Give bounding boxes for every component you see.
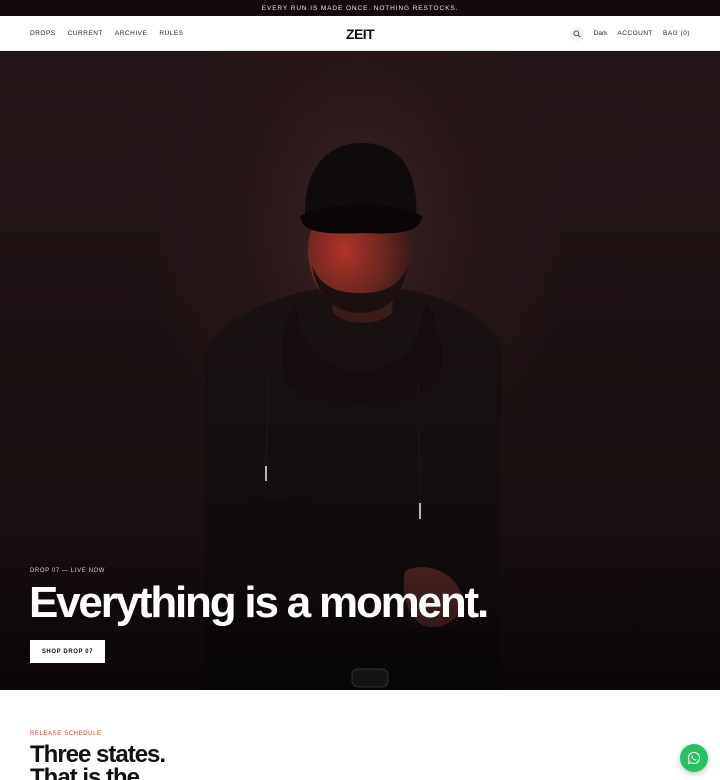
shop-drop-button[interactable]: SHOP DROP 07 <box>30 640 105 663</box>
utility-nav: Dark ACCOUNT BAG (0) <box>569 16 690 51</box>
hero-section: DROP 07 — LIVE NOW Everything is a momen… <box>0 51 720 690</box>
bag-link[interactable]: BAG (0) <box>663 30 690 37</box>
search-icon <box>573 30 581 37</box>
hero-title: Everything is a moment. <box>29 578 489 627</box>
nav-rules[interactable]: RULES <box>159 30 183 37</box>
theme-toggle[interactable]: Dark <box>594 30 608 37</box>
site-header: DROPS CURRENT ARCHIVE RULES ZEIT Dark AC… <box>0 16 720 51</box>
site-logo[interactable]: ZEIT <box>346 26 375 42</box>
account-link[interactable]: ACCOUNT <box>617 30 653 37</box>
search-button[interactable] <box>569 26 584 41</box>
chat-button[interactable] <box>680 744 708 772</box>
primary-nav: DROPS CURRENT ARCHIVE RULES <box>30 16 184 51</box>
nav-archive[interactable]: ARCHIVE <box>115 30 147 37</box>
announcement-bar: EVERY RUN IS MADE ONCE. NOTHING RESTOCKS… <box>0 0 720 16</box>
nav-current[interactable]: CURRENT <box>68 30 103 37</box>
section-title-line-2: That is the <box>30 764 140 780</box>
hero-eyebrow: DROP 07 — LIVE NOW <box>30 568 106 574</box>
section-eyebrow: RELEASE SCHEDULE <box>30 731 102 737</box>
nav-drops[interactable]: DROPS <box>30 30 56 37</box>
whatsapp-icon <box>687 751 701 765</box>
announcement-text: EVERY RUN IS MADE ONCE. NOTHING RESTOCKS… <box>261 4 459 12</box>
section-title: Three states. That is the <box>30 743 166 780</box>
